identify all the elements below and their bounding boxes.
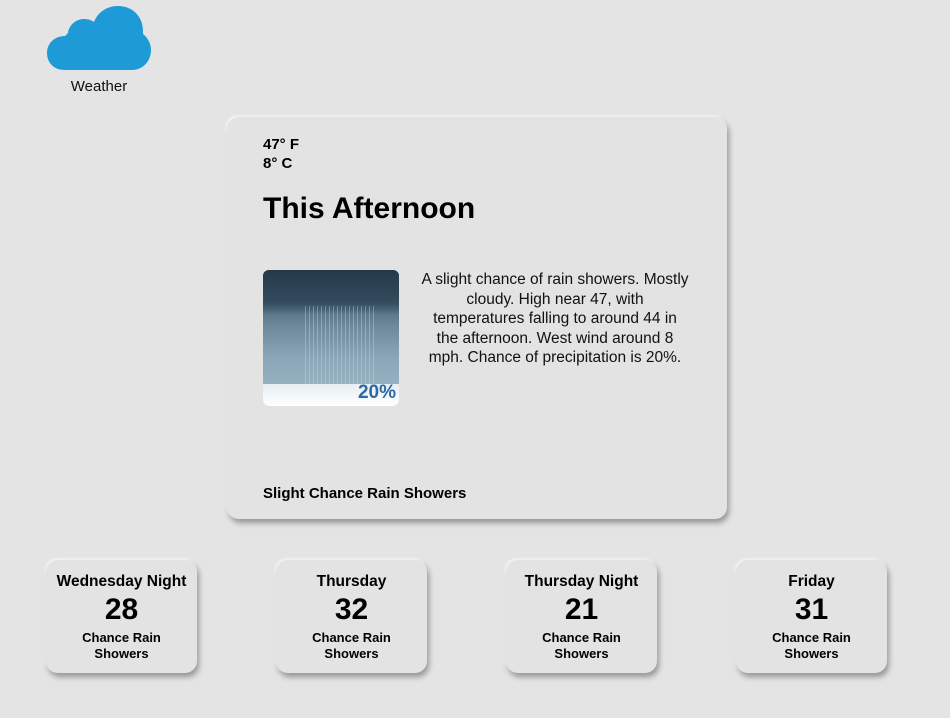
period-title: This Afternoon [263,192,476,225]
temperature-celsius: 8° C [263,155,293,172]
current-forecast-card: 47° F 8° C This Afternoon 20% A slight c… [227,117,727,519]
forecast-description: Chance Rain Showers [82,630,161,661]
short-forecast: Slight Chance Rain Showers [263,485,467,502]
forecast-temperature: 32 [334,593,369,626]
forecast-description: Chance Rain Showers [312,630,391,661]
forecast-card-thursday[interactable]: Thursday 32 Chance Rain Showers [276,560,427,673]
forecast-period-name: Thursday [316,573,387,590]
rain-graphic [305,306,375,386]
forecast-condition-image: 20% [263,270,399,406]
forecast-period-name: Wednesday Night [56,573,187,590]
forecast-temperature: 31 [794,593,829,626]
precipitation-percent: 20% [357,382,396,403]
weather-app-launcher[interactable]: Weather [44,6,154,95]
forecast-period-name: Thursday Night [524,573,639,590]
forecast-card-friday[interactable]: Friday 31 Chance Rain Showers [736,560,887,673]
app-label: Weather [70,78,128,95]
forecast-description: Chance Rain Showers [772,630,851,661]
forecast-description: Chance Rain Showers [542,630,621,661]
forecast-card-thursday-night[interactable]: Thursday Night 21 Chance Rain Showers [506,560,657,673]
forecast-period-name: Friday [788,573,835,590]
cloud-icon [47,6,151,70]
forecast-temperature: 28 [104,593,139,626]
forecast-temperature: 21 [564,593,599,626]
detailed-forecast: A slight chance of rain showers. Mostly … [421,271,689,366]
forecast-card-wednesday-night[interactable]: Wednesday Night 28 Chance Rain Showers [46,560,197,673]
temperature-fahrenheit: 47° F [263,136,300,153]
